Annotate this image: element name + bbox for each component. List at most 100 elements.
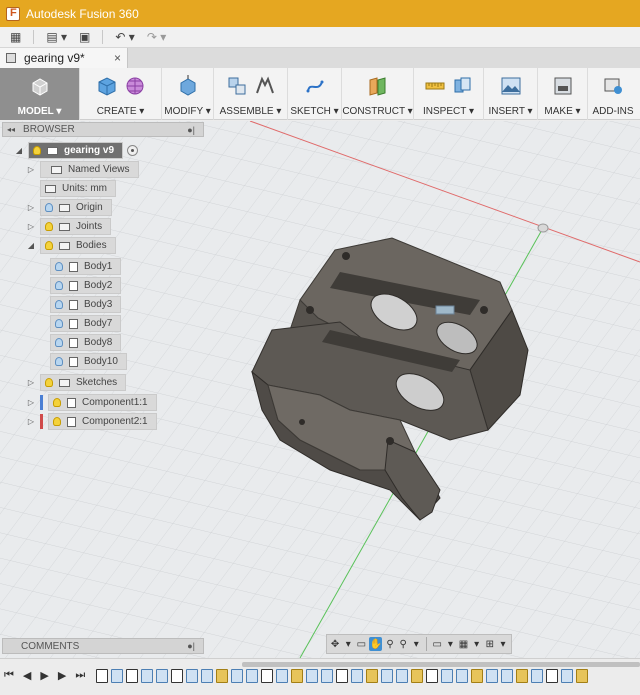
timeline-feature[interactable]	[96, 669, 108, 683]
timeline-feature[interactable]	[216, 669, 228, 683]
timeline-feature[interactable]	[531, 669, 543, 683]
timeline-feature[interactable]	[306, 669, 318, 683]
browser-origin[interactable]: ▷ Origin	[26, 199, 112, 216]
measure-icon[interactable]	[424, 75, 446, 97]
timeline-scrollbar[interactable]	[242, 662, 640, 667]
document-tab[interactable]: gearing v9* ×	[0, 48, 128, 68]
create-menu[interactable]: CREATE ▾	[80, 68, 162, 120]
timeline-feature[interactable]	[171, 669, 183, 683]
expand-collapse-icon[interactable]: ◢	[14, 146, 24, 155]
collapse-icon[interactable]: ◢	[26, 241, 36, 250]
timeline-feature[interactable]	[336, 669, 348, 683]
visibility-bulb-icon[interactable]	[45, 378, 53, 387]
construct-menu[interactable]: CONSTRUCT ▾	[342, 68, 414, 120]
display-settings-icon[interactable]: ▭	[432, 637, 442, 651]
insert-image-icon[interactable]	[500, 75, 522, 97]
workspace-model-button[interactable]: MODEL ▾	[0, 68, 80, 120]
browser-joints[interactable]: ▷ Joints	[26, 218, 112, 235]
timeline-feature[interactable]	[201, 669, 213, 683]
assemble-menu[interactable]: ASSEMBLE ▾	[214, 68, 288, 120]
visibility-bulb-icon[interactable]	[53, 398, 61, 407]
visibility-bulb-icon[interactable]	[55, 357, 63, 366]
visibility-bulb-icon[interactable]	[55, 338, 63, 347]
visibility-bulb-icon[interactable]	[55, 319, 63, 328]
browser-body-item[interactable]: Body8	[50, 334, 122, 351]
timeline-feature[interactable]	[246, 669, 258, 683]
browser-sketches[interactable]: ▷ Sketches	[26, 374, 127, 391]
visibility-bulb-icon[interactable]	[55, 262, 63, 271]
pan-hand-icon[interactable]: ✋	[369, 637, 382, 651]
scripts-addins-icon[interactable]	[602, 75, 624, 97]
comments-panel[interactable]: COMMENTS ●|	[2, 638, 204, 654]
browser-component-1[interactable]: ▷ Component1:1	[26, 394, 157, 411]
expand-icon[interactable]: ▷	[26, 398, 36, 407]
visibility-bulb-icon[interactable]	[45, 203, 53, 212]
expand-icon[interactable]: ▷	[26, 378, 36, 387]
timeline-feature[interactable]	[471, 669, 483, 683]
browser-body-item[interactable]: Body10	[50, 353, 127, 370]
timeline-feature[interactable]	[381, 669, 393, 683]
dropdown-icon[interactable]: ▾	[445, 637, 455, 651]
zoom-icon[interactable]: ⚲	[385, 637, 395, 651]
timeline-feature[interactable]	[411, 669, 423, 683]
make-menu[interactable]: MAKE ▾	[538, 68, 588, 120]
close-tab-icon[interactable]: ×	[114, 51, 121, 65]
visibility-bulb-icon[interactable]	[45, 222, 53, 231]
visibility-bulb-icon[interactable]	[33, 146, 41, 155]
visibility-bulb-icon[interactable]	[55, 300, 63, 309]
go-to-end-icon[interactable]: ⏭	[75, 669, 85, 682]
expand-icon[interactable]: ▷	[26, 417, 36, 426]
undo-icon[interactable]: ↶ ▾	[111, 29, 138, 46]
timeline-feature[interactable]	[291, 669, 303, 683]
timeline-feature[interactable]	[396, 669, 408, 683]
expand-icon[interactable]: ▷	[26, 222, 36, 231]
step-back-icon[interactable]: ◀	[23, 669, 31, 682]
timeline-feature[interactable]	[486, 669, 498, 683]
dropdown-icon[interactable]: ▾	[343, 637, 353, 651]
activate-component-icon[interactable]	[127, 145, 139, 156]
timeline-feature[interactable]	[111, 669, 123, 683]
orbit-icon[interactable]: ✥	[330, 637, 340, 651]
visibility-bulb-icon[interactable]	[53, 417, 61, 426]
visibility-bulb-icon[interactable]	[55, 281, 63, 290]
add-ins-menu[interactable]: ADD-INS	[588, 68, 638, 120]
visibility-bulb-icon[interactable]	[45, 241, 53, 250]
timeline-feature[interactable]	[231, 669, 243, 683]
timeline-feature[interactable]	[351, 669, 363, 683]
browser-units[interactable]: Units: mm	[40, 180, 116, 197]
3d-print-icon[interactable]	[552, 75, 574, 97]
browser-named-views[interactable]: ▷ Named Views	[26, 161, 139, 178]
browser-header[interactable]: ◂◂ BROWSER ●|	[2, 122, 204, 137]
grid-settings-icon[interactable]: ▦	[458, 637, 468, 651]
timeline-feature[interactable]	[156, 669, 168, 683]
modify-menu[interactable]: MODIFY ▾	[162, 68, 214, 120]
press-pull-icon[interactable]	[177, 75, 199, 97]
timeline-feature[interactable]	[561, 669, 573, 683]
browser-component-2[interactable]: ▷ Component2:1	[26, 413, 157, 430]
save-icon[interactable]: ▣	[75, 29, 94, 46]
viewports-icon[interactable]: ⊞	[485, 637, 495, 651]
fit-icon[interactable]: ⚲	[398, 637, 408, 651]
timeline-feature[interactable]	[426, 669, 438, 683]
timeline-feature[interactable]	[501, 669, 513, 683]
new-component-icon[interactable]	[226, 75, 248, 97]
dropdown-icon[interactable]: ▾	[498, 637, 508, 651]
insert-menu[interactable]: INSERT ▾	[484, 68, 538, 120]
timeline-feature[interactable]	[126, 669, 138, 683]
expand-icon[interactable]: ▷	[26, 165, 36, 174]
interference-icon[interactable]	[452, 75, 474, 97]
go-to-start-icon[interactable]: ⏮	[4, 669, 14, 682]
file-menu-icon[interactable]: ▤ ▾	[42, 29, 71, 46]
joint-icon[interactable]	[254, 75, 276, 97]
browser-body-item[interactable]: Body2	[50, 277, 122, 294]
browser-body-item[interactable]: Body1	[50, 258, 122, 275]
timeline-feature[interactable]	[186, 669, 198, 683]
timeline-feature[interactable]	[441, 669, 453, 683]
timeline-feature[interactable]	[321, 669, 333, 683]
pin-icon[interactable]: ●|	[187, 641, 195, 651]
dropdown-icon[interactable]: ▾	[472, 637, 482, 651]
browser-root-node[interactable]: ◢ gearing v9	[14, 142, 139, 159]
browser-bodies[interactable]: ◢ Bodies	[26, 237, 116, 254]
inspect-menu[interactable]: INSPECT ▾	[414, 68, 484, 120]
grid-menu-icon[interactable]: ▦	[6, 29, 25, 46]
